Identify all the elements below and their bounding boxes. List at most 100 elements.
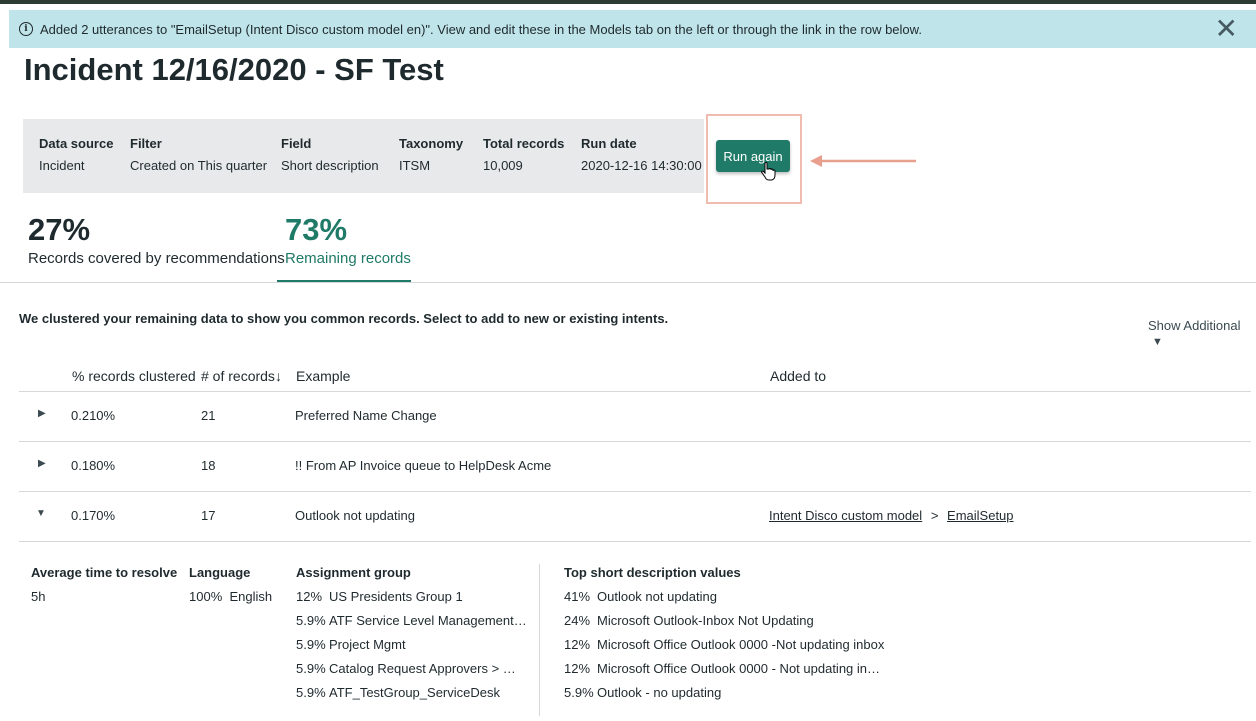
item-name: Catalog Request Approvers > … — [329, 661, 516, 676]
language-value: 100% English — [189, 589, 272, 604]
page-title: Incident 12/16/2020 - SF Test — [24, 52, 444, 87]
added-to-path: Intent Disco custom model > EmailSetup — [769, 508, 1014, 523]
summary-filter: Filter Created on This quarter — [130, 136, 267, 173]
summary-value: Short description — [281, 158, 379, 173]
collapse-caret-icon[interactable]: ▼ — [36, 508, 46, 519]
avg-time-label: Average time to resolve — [31, 565, 178, 580]
item-name: ATF_TestGroup_ServiceDesk — [329, 685, 500, 700]
row-example: !! From AP Invoice queue to HelpDesk Acm… — [295, 458, 552, 473]
row-count: 17 — [201, 508, 216, 523]
item-pct: 5.9% — [296, 613, 326, 628]
summary-value: ITSM — [399, 158, 431, 173]
summary-label: Total records — [483, 136, 565, 151]
item-pct: 12% — [296, 589, 323, 604]
clustered-description: We clustered your remaining data to show… — [19, 311, 669, 326]
header-rule — [19, 391, 1251, 392]
item-pct: 12% — [564, 661, 591, 676]
row-pct: 0.170% — [71, 508, 116, 523]
caret-down-icon: ▼ — [1152, 336, 1163, 348]
details-divider — [539, 564, 540, 716]
row-rule — [19, 441, 1251, 442]
summary-field: Field Short description — [281, 136, 379, 173]
item-pct: 41% — [564, 589, 591, 604]
summary-value: Incident — [39, 158, 85, 173]
language-pct: 100% — [189, 589, 223, 604]
assignment-item: 5.9% Catalog Request Approvers > … — [296, 661, 516, 676]
intent-link[interactable]: EmailSetup — [947, 508, 1013, 523]
item-pct: 5.9% — [296, 661, 326, 676]
top-value-item: 5.9% Outlook - no updating — [564, 685, 721, 700]
top-value-item: 12% Microsoft Office Outlook 0000 -Not up… — [564, 637, 884, 652]
item-name: Microsoft Office Outlook 0000 - Not upda… — [597, 661, 881, 676]
item-name: Microsoft Office Outlook 0000 -Not updat… — [597, 637, 885, 652]
item-pct: 5.9% — [296, 637, 326, 652]
summary-label: Field — [281, 136, 312, 151]
summary-label: Taxonomy — [399, 136, 464, 151]
summary-value: 2020-12-16 14:30:00 — [581, 158, 702, 173]
item-pct: 24% — [564, 613, 591, 628]
model-link[interactable]: Intent Disco custom model — [769, 508, 922, 523]
language-label: Language — [189, 565, 251, 580]
run-summary: Data source Incident Filter Created on T… — [23, 119, 704, 193]
header-added-to[interactable]: Added to — [770, 368, 826, 384]
row-pct: 0.210% — [71, 408, 116, 423]
item-name: Outlook not updating — [597, 589, 717, 604]
item-pct: 12% — [564, 637, 591, 652]
row-example: Outlook not updating — [295, 508, 415, 523]
run-again-button[interactable]: Run again — [716, 140, 790, 172]
row-rule — [19, 491, 1251, 492]
item-name: Outlook - no updating — [597, 685, 722, 700]
item-pct: 5.9% — [564, 685, 594, 700]
header-example[interactable]: Example — [296, 368, 350, 384]
close-icon[interactable]: ✕ — [1215, 15, 1238, 43]
divider — [0, 282, 1256, 283]
language-name: English — [229, 589, 273, 604]
top-values-label: Top short description values — [564, 565, 741, 580]
top-value-item: 41% Outlook not updating — [564, 589, 717, 604]
header-label: # of records — [201, 368, 275, 384]
assignment-group-label: Assignment group — [296, 565, 411, 580]
summary-value: Created on This quarter — [130, 158, 268, 173]
item-name: Project Mgmt — [329, 637, 406, 652]
summary-value: 10,009 — [483, 158, 523, 173]
row-example: Preferred Name Change — [295, 408, 437, 423]
sort-down-icon: ↓ — [274, 368, 282, 384]
summary-run-date: Run date 2020-12-16 14:30:00 — [581, 136, 702, 173]
avg-time-value: 5h — [31, 589, 46, 604]
top-border — [0, 0, 1256, 4]
item-name: US Presidents Group 1 — [329, 589, 463, 604]
summary-taxonomy: Taxonomy ITSM — [399, 136, 463, 173]
info-banner: i Added 2 utterances to "EmailSetup (Int… — [9, 10, 1256, 48]
assignment-item: 5.9% ATF_TestGroup_ServiceDesk — [296, 685, 500, 700]
row-count: 18 — [201, 458, 216, 473]
stat-value: 27% — [28, 212, 91, 247]
expand-caret-icon[interactable]: ▶ — [38, 408, 46, 419]
stat-covered[interactable]: 27% Records covered by recommendations — [28, 212, 285, 267]
stat-label: Remaining records — [285, 250, 411, 267]
item-name: ATF Service Level Management… — [329, 613, 527, 628]
show-additional-toggle[interactable]: Show Additional ▼ — [1148, 318, 1256, 348]
assignment-item: 12% US Presidents Group 1 — [296, 589, 463, 604]
summary-label: Run date — [581, 136, 637, 151]
item-name: Microsoft Outlook-Inbox Not Updating — [597, 613, 814, 628]
header-num-records[interactable]: # of records↓ — [201, 368, 282, 384]
stat-remaining[interactable]: 73% Remaining records — [285, 212, 411, 267]
info-icon: i — [19, 22, 33, 36]
summary-data-source: Data source Incident — [39, 136, 113, 173]
assignment-item: 5.9% Project Mgmt — [296, 637, 406, 652]
summary-label: Data source — [39, 136, 114, 151]
summary-total-records: Total records 10,009 — [483, 136, 564, 173]
banner-message: Added 2 utterances to "EmailSetup (Inten… — [40, 21, 922, 37]
header-pct-clustered[interactable]: % records clustered — [72, 368, 196, 384]
row-rule — [19, 541, 1251, 542]
show-additional-label: Show Additional — [1148, 318, 1241, 333]
top-value-item: 12% Microsoft Office Outlook 0000 - Not u… — [564, 661, 880, 676]
row-pct: 0.180% — [71, 458, 116, 473]
stat-value: 73% — [285, 212, 348, 247]
summary-label: Filter — [130, 136, 162, 151]
hand-cursor-icon — [760, 162, 776, 181]
expand-caret-icon[interactable]: ▶ — [38, 458, 46, 469]
row-count: 21 — [201, 408, 216, 423]
top-value-item: 24% Microsoft Outlook-Inbox Not Updating — [564, 613, 814, 628]
item-pct: 5.9% — [296, 685, 326, 700]
